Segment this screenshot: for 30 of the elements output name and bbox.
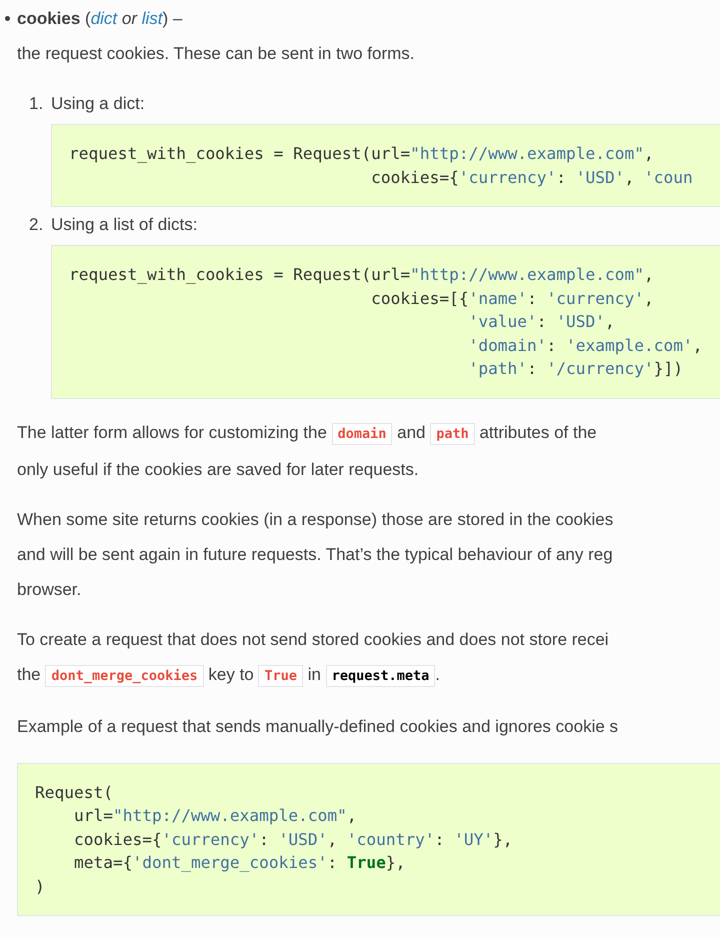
code-line: cookies=[{'name': 'currency',	[370, 288, 655, 310]
paragraph: To create a request that does not send stored cookies and does not store recei the dont_merge_cookies key to True in request.meta .	[17, 622, 720, 694]
inline-code: dont_merge_cookies	[45, 664, 204, 686]
code-line: request_with_cookies = Request(url="http://www.example.com",	[69, 264, 655, 286]
type-link[interactable]: dict	[90, 9, 118, 28]
inline-code: domain	[332, 422, 392, 444]
parameter-description: the request cookies. These can be sent in two forms.	[17, 43, 416, 65]
code-line: 'value': 'USD',	[468, 311, 616, 333]
code-line: cookies={'currency': 'USD', 'country': 'UY'},	[72, 828, 514, 850]
code-line: )	[35, 876, 46, 898]
list-item-label: Using a list of dicts:	[51, 214, 198, 236]
list-item-label: Using a dict:	[51, 93, 145, 115]
paragraph: The latter form allows for customizing the domain and path attributes of the only useful if the cookies are saved for later requests.	[17, 422, 598, 480]
paragraph: Example of a request that sends manually-defined cookies and ignores cookie s	[17, 716, 620, 738]
inline-code: request.meta	[326, 664, 436, 686]
type-link[interactable]: list	[142, 9, 163, 28]
paragraph: When some site returns cookies (in a response) those are stored in the cookies and will be sent again in future requests. That’s the typical behaviour of any reg browser.	[17, 508, 614, 600]
inline-code: path	[430, 422, 475, 444]
list-number: 1.	[29, 93, 44, 115]
code-line: 'path': '/currency'}])	[468, 358, 684, 380]
inline-code: True	[258, 664, 303, 686]
list-number: 2.	[29, 214, 44, 236]
code-line: Request(	[35, 782, 114, 804]
code-line: 'domain': 'example.com',	[468, 334, 704, 356]
code-line: cookies={'currency': 'USD', 'coun	[370, 166, 694, 188]
code-line: url="http://www.example.com",	[72, 805, 358, 827]
code-line: request_with_cookies = Request(url="http://www.example.com",	[69, 143, 655, 165]
code-line: meta={'dont_merge_cookies': True},	[72, 852, 406, 874]
parameter-signature: cookies (dict or list) –	[17, 8, 182, 30]
bullet-icon	[5, 16, 10, 21]
